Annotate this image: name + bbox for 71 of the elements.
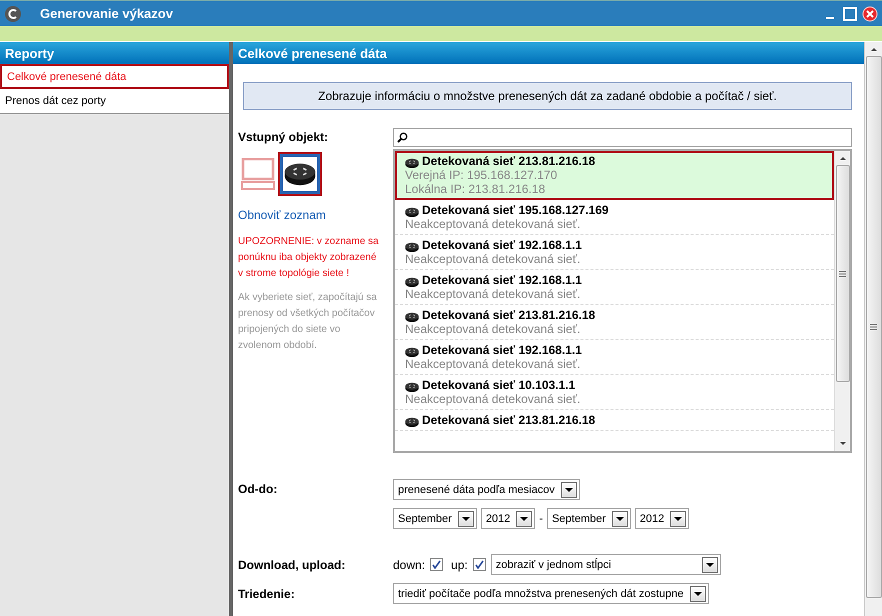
refresh-link[interactable]: Obnoviť zoznam (238, 208, 393, 222)
maximize-icon[interactable] (842, 6, 858, 20)
display-select[interactable]: zobraziť v jednom stĺpci (490, 554, 721, 575)
item-detail: Neakceptovaná detekovaná sieť. (405, 392, 582, 406)
field-label: Download, upload: (238, 558, 346, 572)
up-label: up: (451, 558, 468, 572)
item-detail: Verejná IP: 195.168.127.170 (405, 168, 558, 182)
item-detail: Neakceptovaná detekovaná sieť. (405, 357, 582, 371)
item-title: Detekovaná sieť 213.81.216.18 (422, 308, 596, 322)
range-separator: - (539, 512, 543, 524)
period-mode-select[interactable]: prenesené dáta podľa mesiacov (393, 479, 580, 500)
item-detail: Neakceptovaná detekovaná sieť. (405, 322, 582, 336)
year-select[interactable]: 2012 (480, 508, 536, 529)
caret-icon (706, 562, 714, 566)
scrollbar[interactable] (834, 151, 850, 451)
item-title: Detekovaná sieť 10.103.1.1 (422, 378, 576, 392)
item-detail: Neakceptovaná detekovaná sieť. (405, 287, 582, 301)
item-title: Detekovaná sieť 213.81.216.18 (422, 154, 596, 168)
caret-icon (616, 516, 624, 520)
field-label: Triedenie: (238, 586, 296, 600)
caret-icon (520, 516, 528, 520)
check-icon (432, 560, 442, 569)
router-icon (405, 242, 419, 252)
caret-icon (564, 488, 573, 492)
field-label: Od-do: (238, 482, 278, 496)
router-icon (405, 382, 419, 392)
scrollbar[interactable] (864, 42, 882, 616)
caret-icon (694, 592, 702, 596)
item-title: Detekovaná sieť 192.168.1.1 (422, 273, 582, 287)
router-icon (405, 206, 419, 217)
router-icon (405, 158, 419, 168)
item-title: Detekovaná sieť 192.168.1.1 (422, 238, 582, 252)
list-item[interactable]: Detekovaná sieť 213.81.216.18 Verejná IP: 195.168.127.170 Lokálna IP: 213.81.216.18 (395, 151, 834, 200)
router-icon (284, 162, 316, 186)
sidebar-item[interactable]: Prenos dát cez porty (0, 89, 229, 114)
object-type-button[interactable] (280, 154, 320, 194)
caret-icon (462, 516, 470, 520)
close-icon[interactable] (862, 6, 878, 22)
router-icon (405, 346, 419, 357)
item-detail: Neakceptovaná detekovaná sieť. (405, 217, 582, 231)
scroll-thumb[interactable] (836, 165, 850, 382)
warning-text: UPOZORNENIE: v zozname sa ponúknu iba objekty zobrazené v strome topológie siete ! (238, 235, 380, 281)
router-icon (405, 312, 419, 322)
router-icon (405, 416, 419, 427)
up-checkbox[interactable] (472, 558, 486, 571)
search-field[interactable] (393, 128, 852, 147)
computer-icon (241, 158, 275, 190)
app-logo (4, 4, 22, 22)
section-header: Celkové prenesené dáta (233, 42, 864, 64)
item-title: Detekovaná sieť 213.81.216.18 (422, 413, 596, 427)
search-icon (397, 132, 408, 143)
window-title: Generovanie výkazov (40, 6, 174, 21)
sidebar-header: Reporty (0, 42, 229, 64)
scroll-thumb[interactable] (866, 56, 882, 598)
year-select[interactable]: 2012 (634, 508, 690, 529)
item-detail: Lokálna IP: 213.81.216.18 (405, 182, 546, 196)
month-select[interactable]: September (393, 508, 477, 529)
down-label: down: (393, 558, 426, 572)
item-title: Detekovaná sieť 192.168.1.1 (422, 343, 582, 357)
caret-icon (674, 516, 682, 520)
down-checkbox[interactable] (430, 558, 444, 571)
check-icon (474, 560, 484, 569)
router-icon (405, 276, 419, 287)
description-box: Zobrazuje informáciu o množstve prenesených dát za zadané obdobie a počítač / sieť. (243, 82, 852, 110)
sidebar-item[interactable]: Celkové prenesené dáta (0, 64, 229, 89)
sorting-select[interactable]: triediť počítače podľa množstva prenesených dát zostupne (393, 583, 709, 604)
item-detail: Neakceptovaná detekovaná sieť. (405, 252, 582, 266)
field-label: Vstupný objekt: (238, 130, 330, 144)
month-select[interactable]: September (546, 508, 631, 529)
hint-text: Ak vyberiete sieť, započítajú sa prenosy od všetkých počítačov pripojených do siete vo zvolenom období. (238, 291, 378, 353)
item-title: Detekovaná sieť 195.168.127.169 (422, 203, 609, 217)
